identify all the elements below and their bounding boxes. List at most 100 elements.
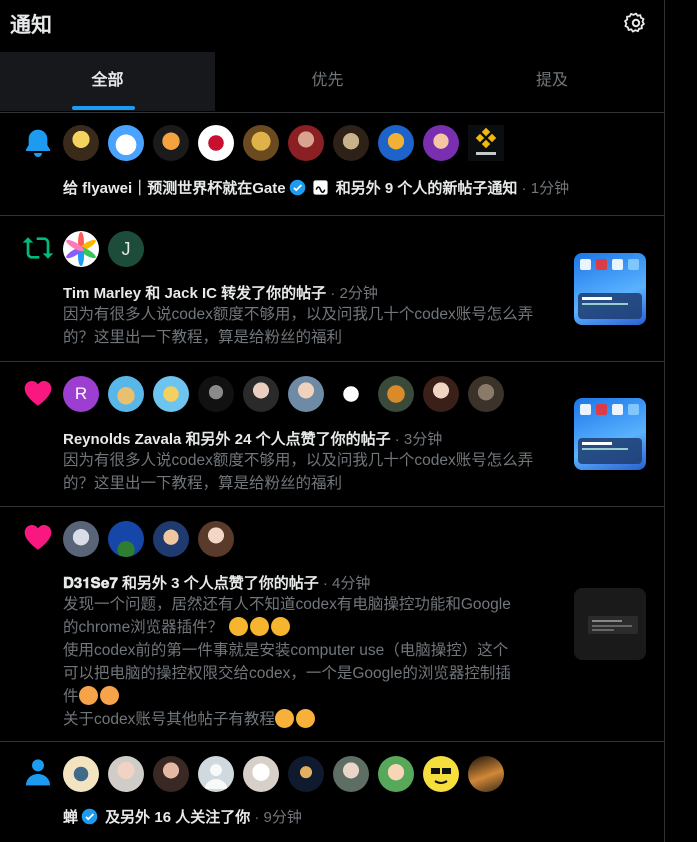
notification-text: 𝐃𝟑𝟏𝐒𝐞𝟕 和另外 3 个人点赞了你的帖子 · 4分钟 xyxy=(63,575,371,592)
smiling-emoji-icon xyxy=(295,709,315,728)
thinking-emoji-icon xyxy=(271,617,291,636)
avatar[interactable] xyxy=(423,376,459,412)
kissing-emoji-icon xyxy=(99,686,119,705)
actor-name[interactable]: Tim Marley xyxy=(63,285,141,302)
page-title: 通知 xyxy=(10,14,52,37)
notification-text: Tim Marley 和 Jack IC 转发了你的帖子 · 2分钟 xyxy=(63,285,378,302)
smiling-emoji-icon xyxy=(274,709,294,728)
avatar-row xyxy=(63,125,523,161)
thinking-emoji-icon xyxy=(229,617,249,636)
avatar[interactable] xyxy=(333,756,369,792)
tab-mentions[interactable]: 提及 xyxy=(440,52,664,111)
avatar[interactable] xyxy=(378,125,414,161)
avatar[interactable] xyxy=(63,756,99,792)
post-thumbnail[interactable] xyxy=(574,398,646,470)
default-avatar[interactable] xyxy=(198,756,234,792)
screenshot-thumbnail-image xyxy=(578,404,642,464)
tab-mentions-label: 提及 xyxy=(535,72,568,89)
avatar[interactable] xyxy=(108,521,144,557)
avatar[interactable] xyxy=(63,125,99,161)
avatar[interactable] xyxy=(153,376,189,412)
post-preview-text: 因为有很多人说codex额度不够用，以及问我几十个codex账号怎么弄的？这里出… xyxy=(63,306,534,346)
binance-wallet-icon xyxy=(475,127,497,155)
actor-name[interactable]: 𝐃𝟑𝟏𝐒𝐞𝟕 xyxy=(63,575,118,592)
screenshot-thumbnail-image xyxy=(578,259,642,319)
header: 通知 xyxy=(0,0,664,52)
post-thumbnail[interactable] xyxy=(574,588,646,660)
tab-all[interactable]: 全部 xyxy=(0,52,215,111)
notification-text: 蝉 及另外 16 人关注了你 · 9分钟 xyxy=(63,808,302,826)
notification-item[interactable]: R Reynolds Zavala 和另外 24 个人点赞了你的帖子 · 3分钟… xyxy=(0,362,664,507)
sunglasses-face-icon xyxy=(431,768,451,784)
timestamp: · 3分钟 xyxy=(390,431,443,448)
default-profile-icon xyxy=(204,764,228,789)
active-tab-indicator xyxy=(72,106,135,110)
heart-icon xyxy=(24,525,52,550)
avatar[interactable] xyxy=(288,756,324,792)
post-preview-text: 因为有很多人说codex额度不够用，以及问我几十个codex账号怎么弄的？这里出… xyxy=(63,452,534,492)
wallet-logo-avatar[interactable] xyxy=(468,125,504,161)
avatar-row: R xyxy=(63,376,523,412)
dark-screenshot-thumbnail-image xyxy=(588,616,638,634)
actor-name[interactable]: Jack IC xyxy=(164,285,217,302)
tab-all-label: 全部 xyxy=(91,72,124,89)
timestamp: · 4分钟 xyxy=(318,575,371,592)
actor-name[interactable]: 蝉 xyxy=(63,809,78,826)
avatar[interactable] xyxy=(153,521,189,557)
notifications-page: 通知 全部 优先 提及 给 flyawei｜预测世界杯就在Gate 和另外 9 … xyxy=(0,0,665,842)
timestamp: · 1分钟 xyxy=(517,180,570,197)
repost-icon xyxy=(22,237,54,259)
actor-name[interactable]: Reynolds Zavala xyxy=(63,431,181,448)
avatar[interactable] xyxy=(153,756,189,792)
avatar[interactable] xyxy=(378,376,414,412)
avatar[interactable] xyxy=(378,756,414,792)
avatar-row: J xyxy=(63,231,153,267)
avatar[interactable] xyxy=(63,521,99,557)
timestamp: · 2分钟 xyxy=(326,285,378,302)
kissing-emoji-icon xyxy=(78,686,98,705)
person-icon xyxy=(26,759,50,786)
avatar-letter[interactable]: R xyxy=(63,376,99,412)
avatar[interactable] xyxy=(423,125,459,161)
settings-gear-icon[interactable] xyxy=(624,11,648,35)
avatar-row xyxy=(63,521,243,557)
tab-priority[interactable]: 优先 xyxy=(215,52,440,111)
avatar[interactable] xyxy=(423,756,459,792)
post-thumbnail[interactable] xyxy=(574,253,646,325)
avatar[interactable] xyxy=(468,376,504,412)
heart-icon xyxy=(24,381,52,406)
avatar[interactable] xyxy=(243,125,279,161)
avatar[interactable] xyxy=(198,376,234,412)
avatar-row xyxy=(63,756,523,792)
avatar[interactable] xyxy=(153,125,189,161)
avatar[interactable] xyxy=(108,756,144,792)
verified-badge-icon xyxy=(289,179,305,196)
notification-item[interactable]: J Tim Marley 和 Jack IC 转发了你的帖子 · 2分钟 因为有… xyxy=(0,216,664,362)
avatar[interactable] xyxy=(198,521,234,557)
avatar[interactable] xyxy=(108,376,144,412)
avatar[interactable] xyxy=(288,376,324,412)
timestamp: · 9分钟 xyxy=(250,809,302,826)
verified-badge-icon xyxy=(81,808,98,825)
avatar[interactable] xyxy=(333,125,369,161)
avatar[interactable] xyxy=(333,376,369,412)
notification-item[interactable]: 𝐃𝟑𝟏𝐒𝐞𝟕 和另外 3 个人点赞了你的帖子 · 4分钟 发现一个问题，居然还有… xyxy=(0,507,664,742)
avatar-letter[interactable]: J xyxy=(108,231,144,267)
avatar[interactable] xyxy=(198,125,234,161)
tab-priority-label: 优先 xyxy=(311,72,344,89)
avatar[interactable] xyxy=(468,756,504,792)
avatar[interactable] xyxy=(243,756,279,792)
actor-name[interactable]: flyawei｜预测世界杯就在Gate xyxy=(82,180,285,197)
avatar[interactable] xyxy=(243,376,279,412)
thinking-emoji-icon xyxy=(250,617,270,636)
bell-icon xyxy=(26,129,50,157)
affiliate-badge-icon xyxy=(312,180,328,195)
notification-item[interactable]: 蝉 及另外 16 人关注了你 · 9分钟 xyxy=(0,742,664,842)
notification-item[interactable]: 给 flyawei｜预测世界杯就在Gate 和另外 9 个人的新帖子通知 · 1… xyxy=(0,113,664,216)
tab-bar: 全部 优先 提及 xyxy=(0,52,664,113)
notification-text: Reynolds Zavala 和另外 24 个人点赞了你的帖子 · 3分钟 xyxy=(63,431,443,448)
avatar[interactable] xyxy=(63,231,99,267)
avatar[interactable] xyxy=(288,125,324,161)
post-preview-text: 发现一个问题，居然还有人不知道codex有电脑操控功能和Google 的chro… xyxy=(63,596,511,728)
avatar[interactable] xyxy=(108,125,144,161)
